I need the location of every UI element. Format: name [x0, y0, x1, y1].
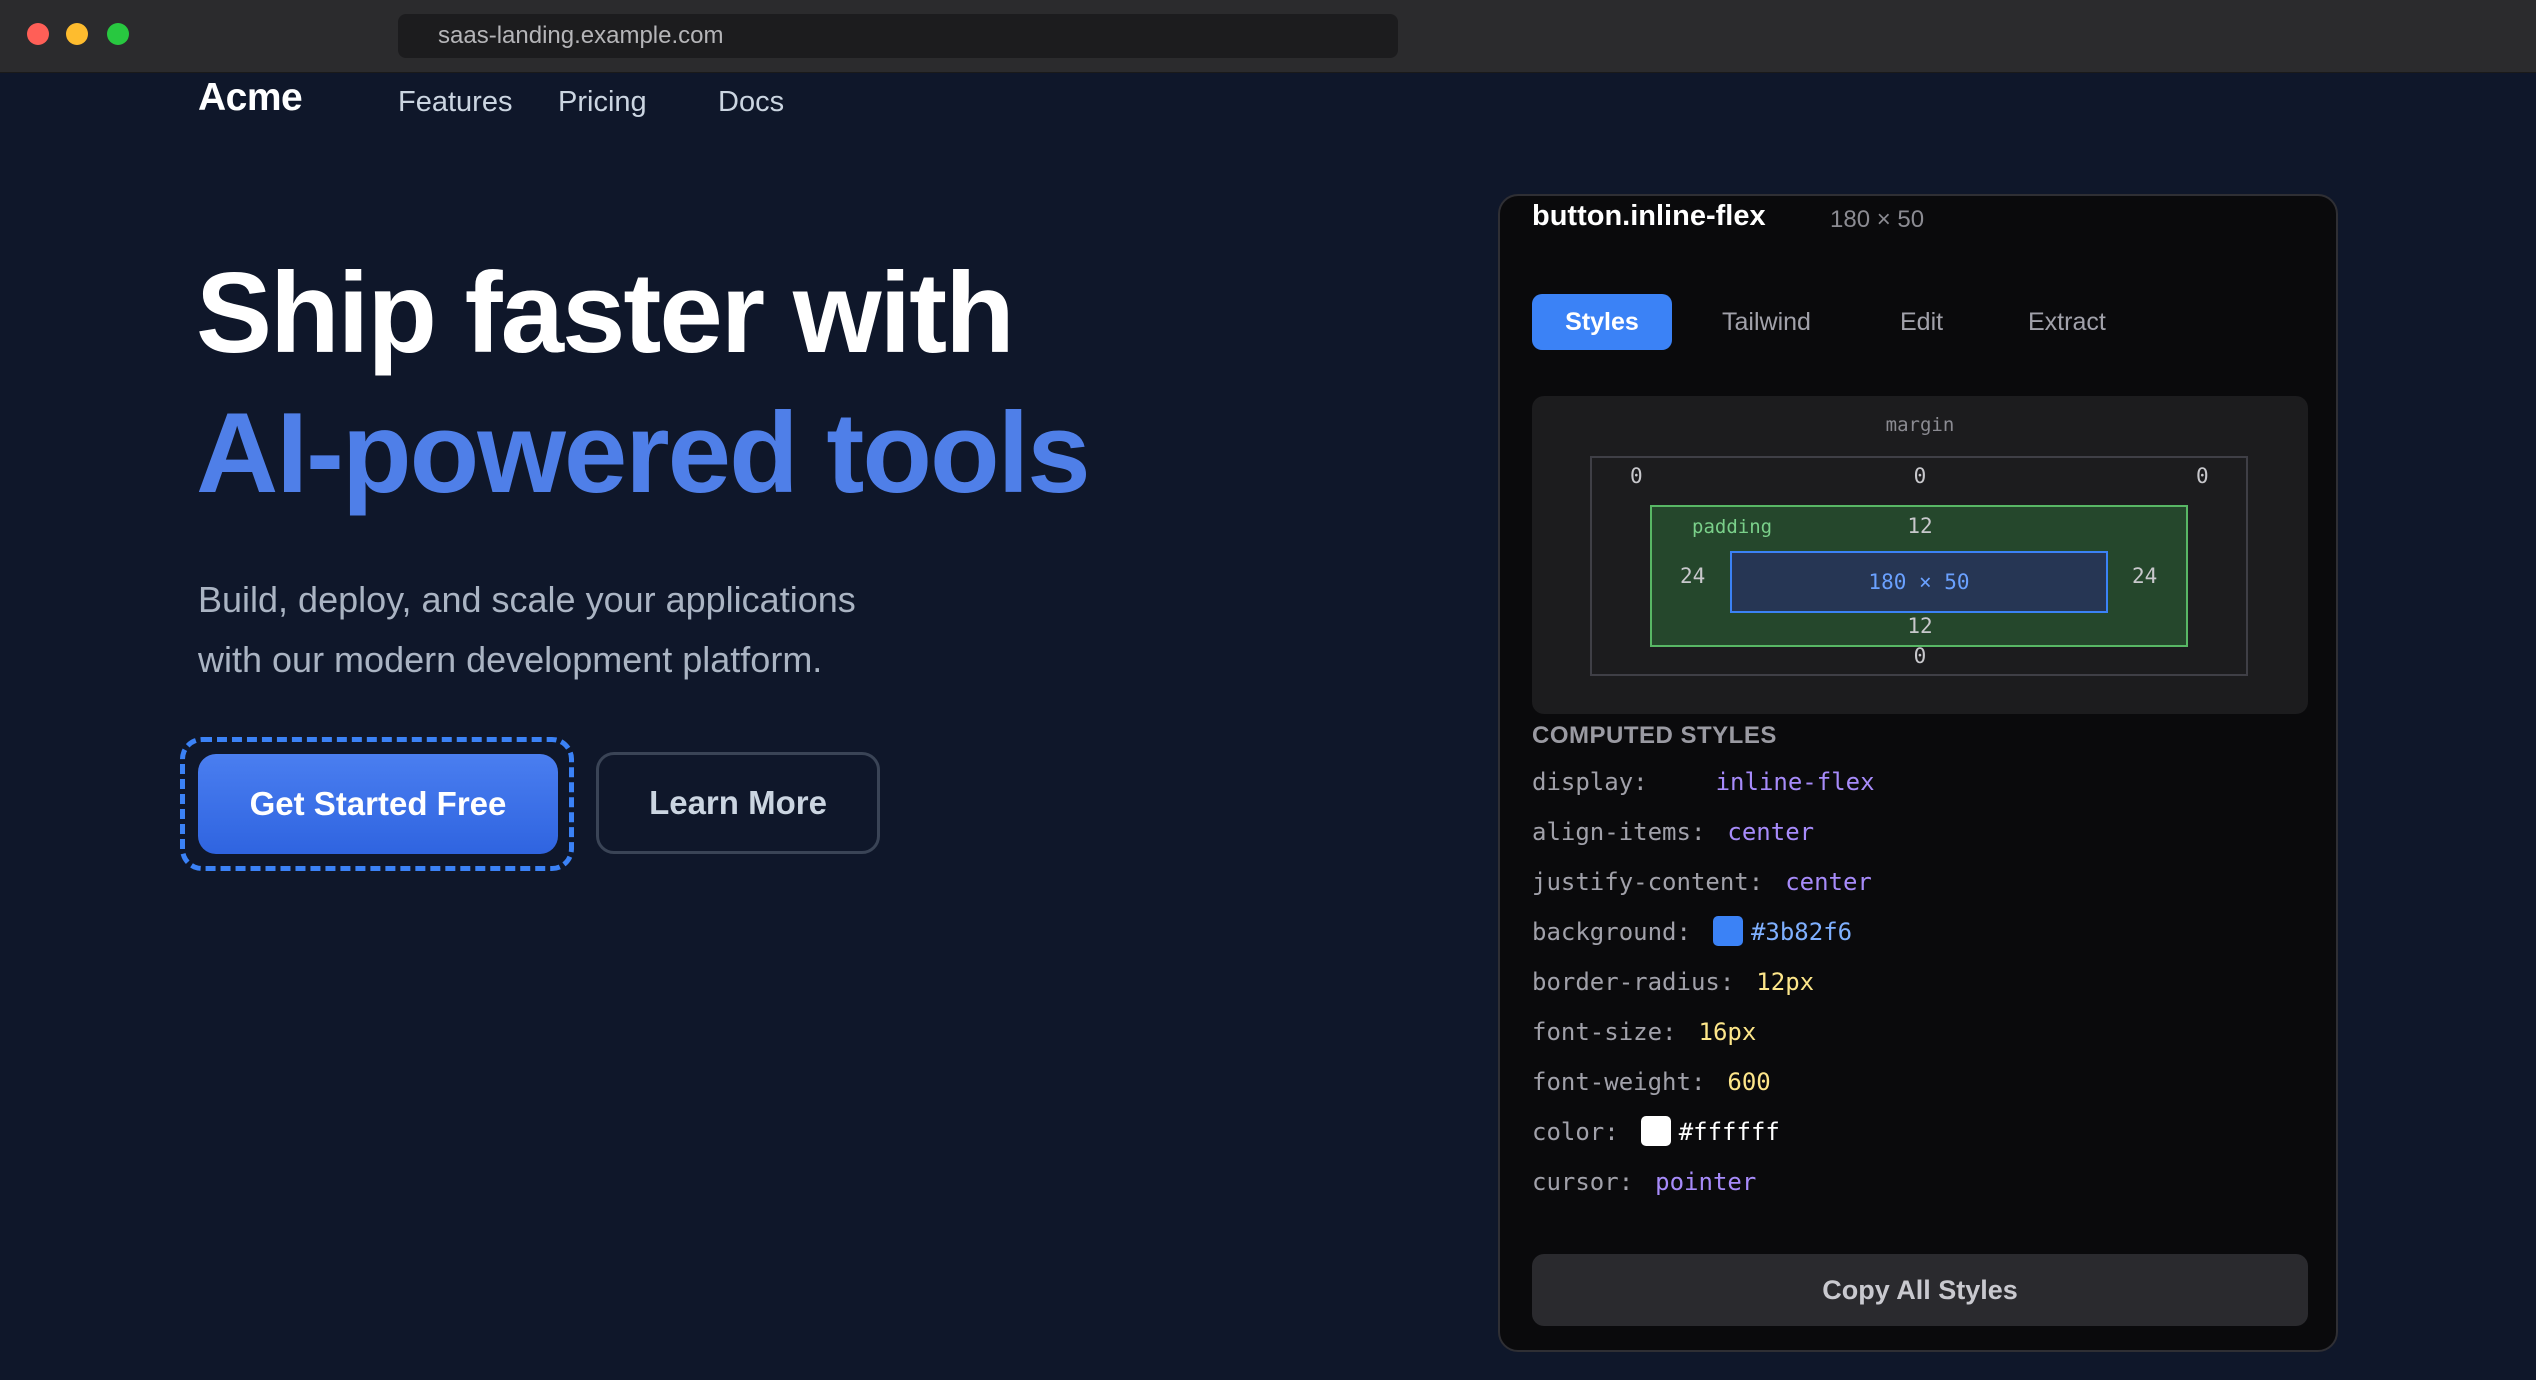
style-value: 600 [1727, 1068, 1771, 1096]
margin-right-value: 0 [2196, 464, 2209, 488]
nav-link-pricing[interactable]: Pricing [558, 86, 647, 119]
style-property: cursor: [1532, 1168, 1634, 1196]
tab-styles[interactable]: Styles [1532, 294, 1672, 350]
style-property: justify-content: [1532, 868, 1764, 896]
style-value: #ffffff [1678, 1118, 1780, 1146]
computed-style-row[interactable]: display: inline-flex [1532, 768, 1875, 796]
computed-style-row[interactable]: font-weight: 600 [1532, 1068, 1771, 1096]
style-value: inline-flex [1715, 768, 1875, 796]
hero-subtitle: Build, deploy, and scale your applicatio… [198, 570, 958, 690]
computed-style-row[interactable]: justify-content: center [1532, 868, 1872, 896]
computed-style-row[interactable]: background: #3b82f6 [1532, 916, 1853, 948]
style-property: align-items: [1532, 818, 1706, 846]
nav-link-docs[interactable]: Docs [718, 86, 784, 119]
padding-top-value: 12 [1907, 514, 1933, 538]
hero-title-line1: Ship faster with [196, 250, 1015, 377]
color-swatch-icon[interactable] [1712, 916, 1743, 946]
tab-extract[interactable]: Extract [2028, 294, 2106, 350]
style-property: font-weight: [1532, 1068, 1706, 1096]
style-value: pointer [1655, 1168, 1757, 1196]
style-property: display: [1532, 768, 1648, 796]
nav-link-features[interactable]: Features [398, 86, 512, 119]
selected-element-selector: button.inline-flex [1532, 200, 1766, 232]
content-box: 180 × 50 [1730, 551, 2108, 613]
address-bar[interactable]: saas-landing.example.com [398, 14, 1398, 58]
margin-top-value: 0 [1913, 464, 1927, 488]
tab-edit[interactable]: Edit [1900, 294, 1943, 350]
learn-more-button[interactable]: Learn More [596, 752, 880, 854]
computed-style-row[interactable]: color: #ffffff [1532, 1116, 1780, 1148]
margin-bottom-value: 0 [1913, 644, 1927, 668]
style-property: color: [1532, 1118, 1619, 1146]
style-property: background: [1532, 918, 1691, 946]
browser-chrome: saas-landing.example.com [0, 0, 2536, 73]
inspector-panel: button.inline-flex 180 × 50 Styles Tailw… [1498, 194, 2338, 1352]
close-window-icon[interactable] [27, 23, 49, 45]
style-value: 12px [1756, 968, 1815, 996]
padding-bottom-value: 12 [1907, 614, 1933, 638]
computed-style-row[interactable]: font-size: 16px [1532, 1018, 1756, 1046]
hero-subtitle-line1: Build, deploy, and scale your applicatio… [198, 579, 856, 620]
hero-subtitle-line2: with our modern development platform. [198, 639, 823, 680]
padding-right-value: 24 [2132, 564, 2158, 588]
maximize-window-icon[interactable] [107, 23, 129, 45]
tab-tailwind[interactable]: Tailwind [1722, 294, 1811, 350]
style-value: center [1785, 868, 1872, 896]
padding-left-value: 24 [1680, 564, 1706, 588]
style-property: border-radius: [1532, 968, 1735, 996]
style-value: center [1727, 818, 1815, 846]
hero-title-line2: AI-powered tools [196, 390, 1091, 517]
style-property: font-size: [1532, 1018, 1677, 1046]
site-logo[interactable]: Acme [198, 76, 303, 120]
computed-style-row[interactable]: align-items: center [1532, 818, 1814, 846]
selected-element-dimensions: 180 × 50 [1830, 206, 1925, 233]
computed-style-row[interactable]: border-radius: 12px [1532, 968, 1814, 996]
minimize-window-icon[interactable] [66, 23, 88, 45]
computed-style-row[interactable]: cursor: pointer [1532, 1168, 1756, 1196]
computed-styles-heading: COMPUTED STYLES [1532, 722, 1777, 749]
copy-all-styles-button[interactable]: Copy All Styles [1532, 1254, 2308, 1326]
style-value: 16px [1698, 1018, 1757, 1046]
style-value: #3b82f6 [1750, 918, 1853, 946]
margin-label: margin [1885, 414, 1955, 436]
color-swatch-icon[interactable] [1640, 1116, 1671, 1146]
get-started-button[interactable]: Get Started Free [198, 754, 558, 854]
box-model-diagram: margin 0 0 0 padding 12 24 24 180 × 50 1… [1532, 396, 2308, 714]
